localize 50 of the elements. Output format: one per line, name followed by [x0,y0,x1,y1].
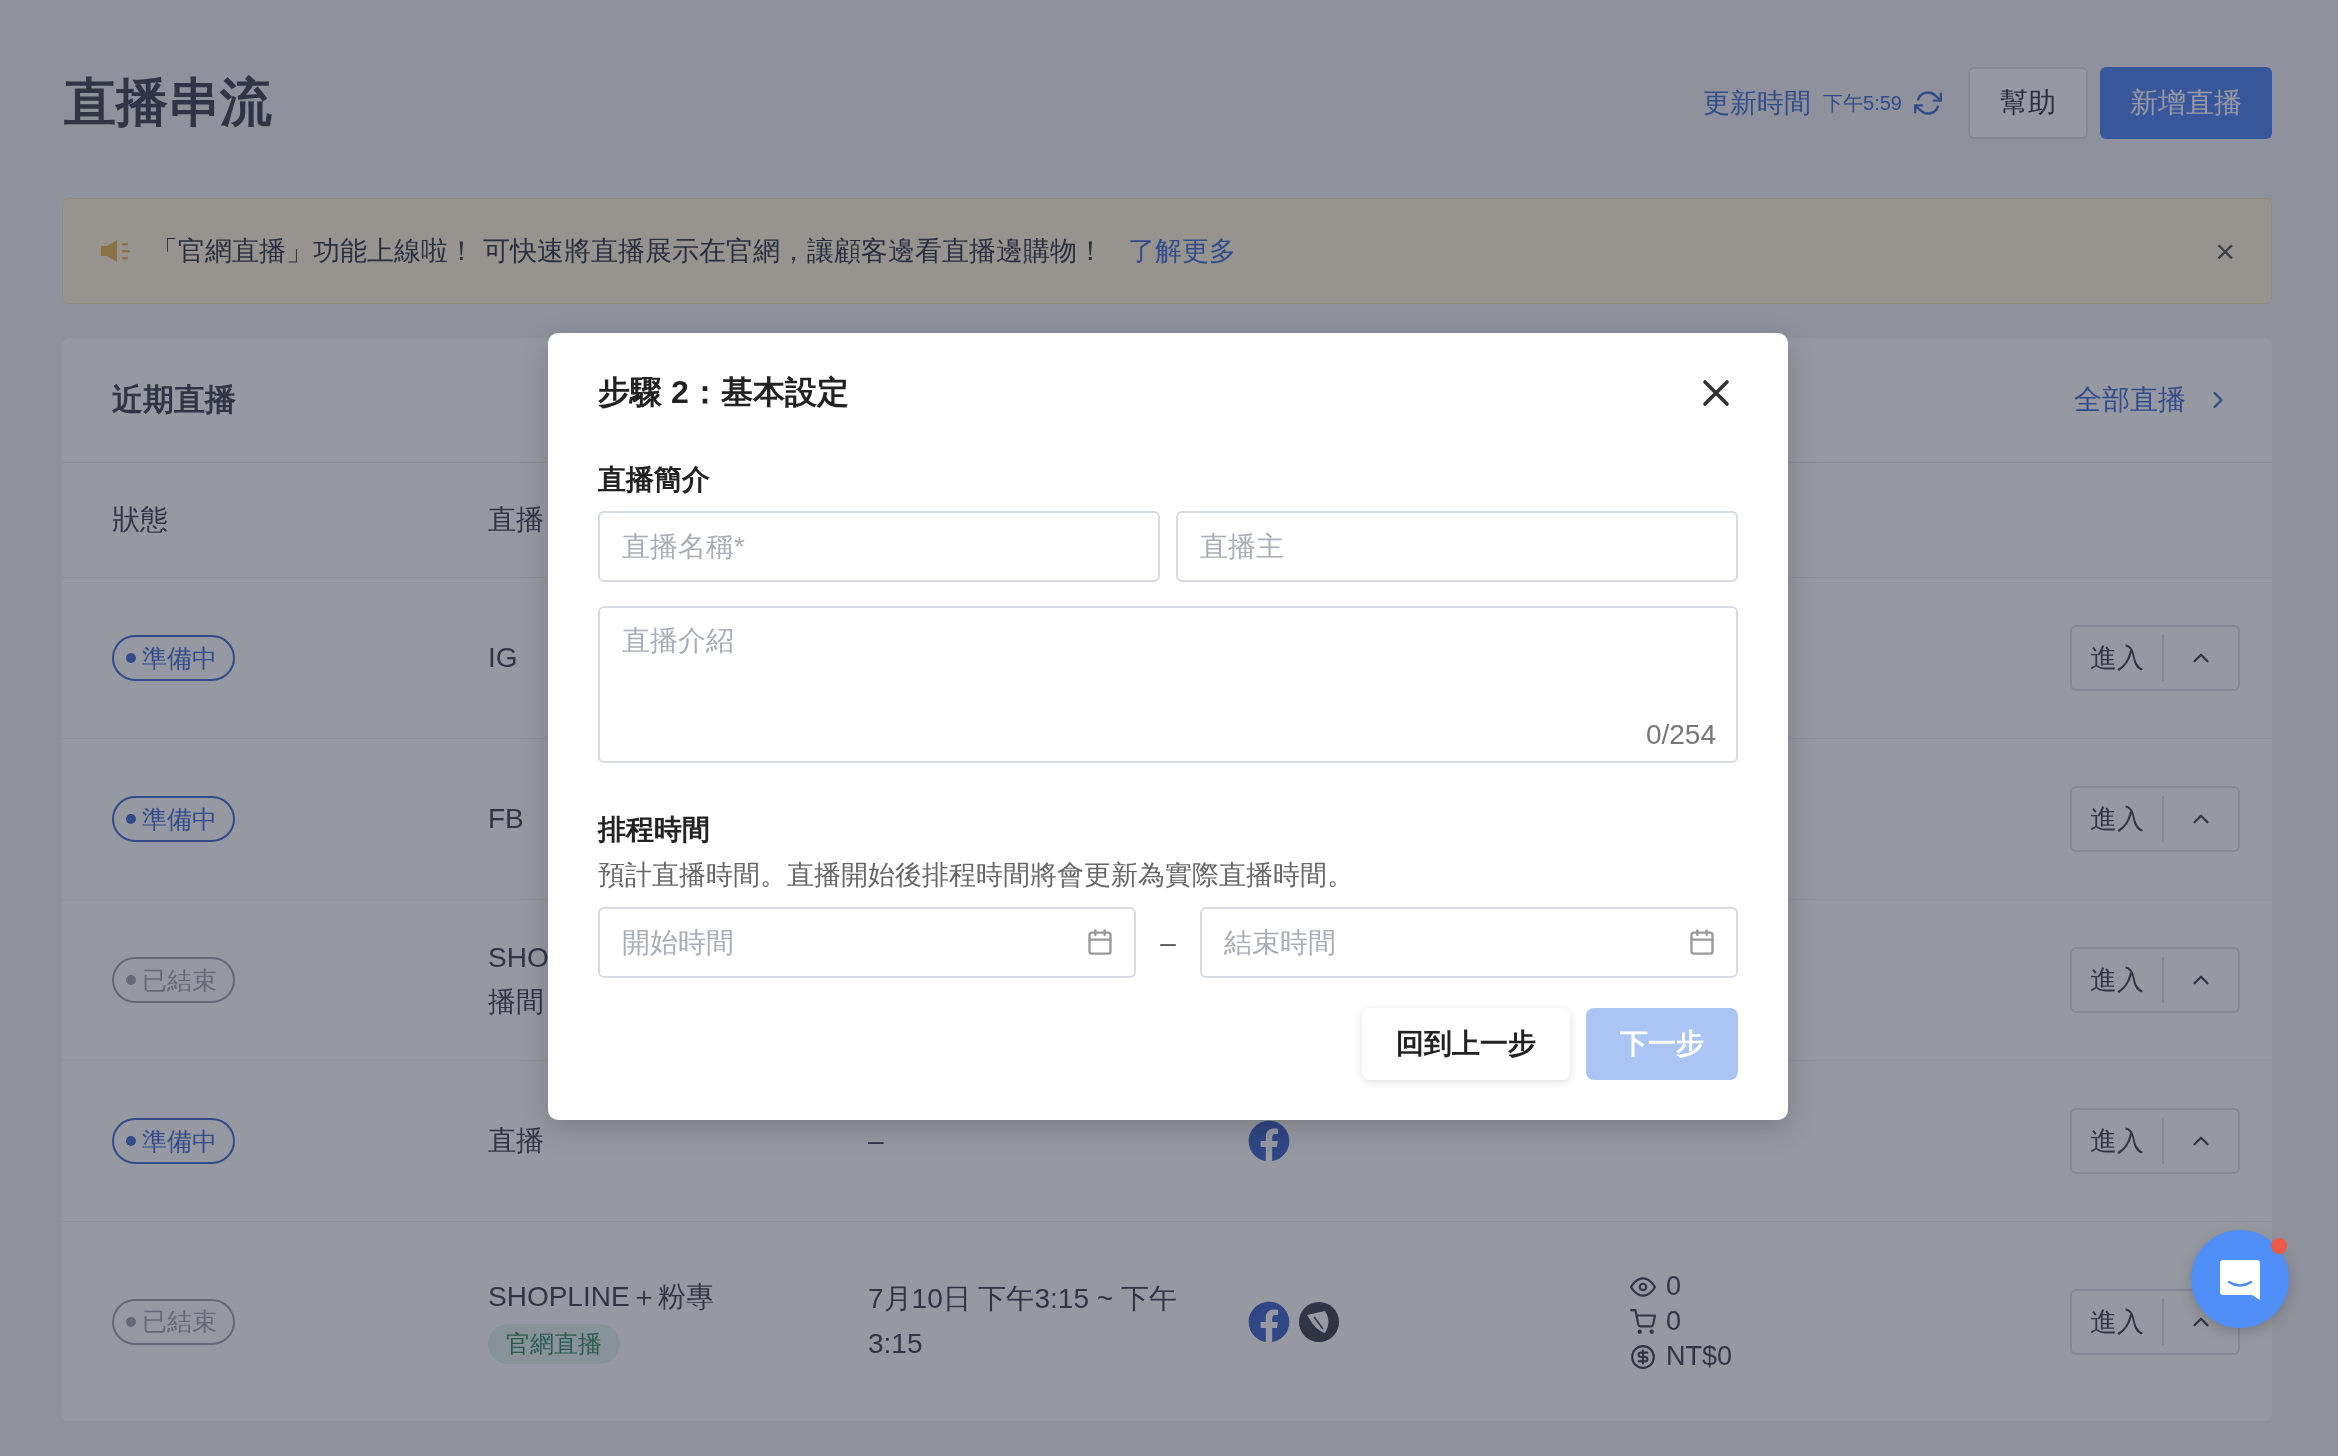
enter-button[interactable]: 進入 [2072,1298,2164,1345]
stream-name: 直播 [488,1123,544,1158]
page-title: 直播串流 [64,72,272,133]
stream-name: IG [488,640,518,675]
name-input[interactable]: 直播名稱* [598,511,1160,582]
enter-button[interactable]: 進入 [2072,635,2164,681]
all-streams-link[interactable]: 全部直播 [2074,381,2232,419]
column-header: 直播 [488,503,545,537]
range-separator: – [1159,926,1177,959]
back-button[interactable]: 回到上一步 [1362,1008,1570,1080]
column-header: 狀態 [112,503,169,537]
cart-icon [1630,1308,1656,1335]
calendar-icon [1688,928,1716,956]
stream-name: SHO [488,940,549,975]
calendar-icon [1086,928,1114,956]
help-button[interactable]: 幫助 [1968,67,2088,139]
stream-time: – [868,1123,885,1158]
update-time: 下午5:59 [1823,90,1902,116]
end-time-field[interactable]: 結束時間 [1200,907,1738,978]
schedule-hint: 預計直播時間。直播開始後排程時間將會更新為實際直播時間。 [598,859,1355,892]
stream-name: SHOPLINE＋粉專 [488,1280,714,1315]
megaphone-icon [99,238,133,264]
sales-amount: NT$0 [1666,1341,1733,1372]
section-title: 排程時間 [598,813,711,847]
stream-name: FB [488,801,524,836]
close-button[interactable]: × [2215,231,2235,271]
status-badge: 準備中 [112,635,235,681]
stream-time: 7月10日 下午3:15 ~ 下午3:15 [868,1281,1178,1361]
host-input[interactable]: 直播主 [1176,511,1738,582]
section-title: 直播簡介 [598,463,711,497]
dollar-icon [1630,1343,1656,1370]
dialog-title: 步驟 2：基本設定 [598,373,849,412]
enter-button[interactable]: 進入 [2072,796,2164,842]
enter-button[interactable]: 進入 [2072,957,2164,1003]
cart-count: 0 [1666,1306,1682,1337]
status-badge: 準備中 [112,1118,235,1164]
stream-tag: 官網直播 [488,1323,620,1364]
views-count: 0 [1666,1271,1682,1302]
refresh-icon[interactable] [1914,89,1942,117]
stream-name: 播間 [488,985,544,1019]
card-title: 近期直播 [112,381,236,419]
bird-logo-icon [1298,1300,1340,1343]
char-counter: 0/254 [1645,719,1716,751]
start-time-field[interactable]: 開始時間 [598,907,1136,978]
learn-more-link[interactable]: 了解更多 [1127,233,1236,269]
status-badge: 準備中 [112,796,235,842]
update-label: 更新時間 [1703,87,1812,120]
enter-button[interactable]: 進入 [2072,1118,2164,1164]
banner-text: 「官網直播」功能上線啦！ 可快速將直播展示在官網，讓顧客邊看直播邊購物！ [151,235,1104,268]
new-stream-button[interactable]: 新增直播 [2100,67,2272,139]
